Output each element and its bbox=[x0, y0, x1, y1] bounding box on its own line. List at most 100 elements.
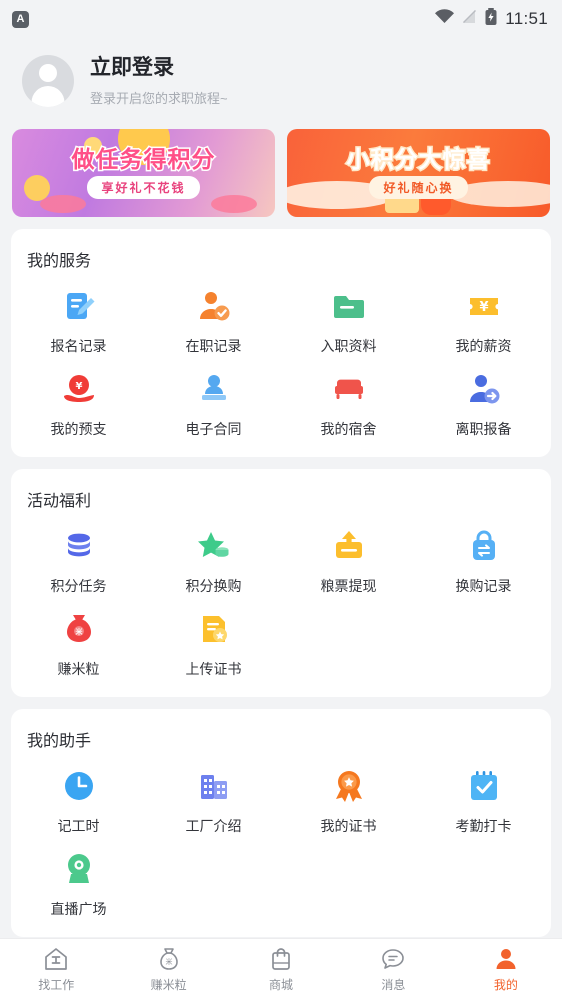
grid-item-label: 在职记录 bbox=[185, 338, 242, 355]
grid-item-label: 积分换购 bbox=[185, 578, 242, 595]
section-my-assistant: 我的助手 记工时 工厂介绍 我的证书 考勤打卡 直播广场 bbox=[11, 709, 551, 938]
grid-item-label: 考勤打卡 bbox=[455, 818, 512, 835]
bottom-navigation: 找工作 米 赚米粒 商城 消息 我的 bbox=[0, 938, 562, 1000]
battery-charging-icon bbox=[485, 8, 497, 30]
grid-item-ji-gongshi[interactable]: 记工时 bbox=[11, 757, 146, 840]
grid-item-gongchang-jieshao[interactable]: 工厂介绍 bbox=[146, 757, 281, 840]
status-bar: A 11:51 bbox=[0, 0, 562, 38]
status-bar-left: A bbox=[12, 10, 29, 28]
grid-item-jifen-renwu[interactable]: 积分任务 bbox=[11, 517, 146, 600]
grid-item-label: 上传证书 bbox=[185, 661, 242, 678]
grid-item-wode-xinzi[interactable]: ¥ 我的薪资 bbox=[416, 277, 551, 360]
hand-coin-icon: ¥ bbox=[62, 372, 96, 406]
money-bag-icon: 米 bbox=[159, 948, 178, 970]
grid-item-label: 换购记录 bbox=[455, 578, 512, 595]
grid-item-label: 电子合同 bbox=[185, 421, 242, 438]
banner-points-surprise[interactable]: 小积分大惊喜 好礼随心换 bbox=[287, 129, 550, 218]
tab-messages[interactable]: 消息 bbox=[337, 946, 449, 993]
bed-icon bbox=[332, 372, 366, 406]
tab-find-job[interactable]: 找工作 bbox=[0, 946, 112, 993]
tab-mall[interactable]: 商城 bbox=[225, 946, 337, 993]
tab-label: 赚米粒 bbox=[150, 978, 187, 992]
grid-item-lizhi-baobei[interactable]: 离职报备 bbox=[416, 360, 551, 443]
clock-icon bbox=[62, 769, 96, 803]
camera-icon bbox=[62, 852, 96, 886]
grid-item-zhibo-guangchang[interactable]: 直播广场 bbox=[11, 840, 146, 923]
salary-ticket-icon: ¥ bbox=[467, 289, 501, 323]
page-title: 立即登录 bbox=[90, 56, 174, 79]
grid-item-label: 直播广场 bbox=[50, 901, 107, 918]
tab-label: 找工作 bbox=[38, 978, 75, 992]
grid-item-zhuan-mili[interactable]: 米 赚米粒 bbox=[11, 600, 146, 683]
grid-item-wode-yuzhi[interactable]: ¥ 我的预支 bbox=[11, 360, 146, 443]
grid-item-label: 我的证书 bbox=[320, 818, 377, 835]
status-bar-clock: 11:51 bbox=[505, 9, 548, 28]
grid-item-label: 粮票提现 bbox=[320, 578, 377, 595]
signal-off-icon bbox=[462, 9, 477, 29]
grid-item-label: 积分任务 bbox=[50, 578, 107, 595]
banner-title: 做任务得积分 bbox=[70, 145, 216, 172]
section-title: 我的助手 bbox=[27, 733, 92, 751]
svg-text:米: 米 bbox=[74, 627, 83, 636]
grid-item-shangchuan-zhengshu[interactable]: 上传证书 bbox=[146, 600, 281, 683]
building-icon bbox=[197, 769, 231, 803]
grid-item-dianzi-hetong[interactable]: 电子合同 bbox=[146, 360, 281, 443]
shop-bag-icon bbox=[272, 948, 290, 970]
grid-item-label: 工厂介绍 bbox=[185, 818, 242, 835]
status-bar-right: 11:51 bbox=[435, 8, 548, 30]
grid-item-liangpiao-tixian[interactable]: 粮票提现 bbox=[281, 517, 416, 600]
certificate-upload-icon bbox=[197, 612, 231, 646]
message-icon bbox=[382, 949, 405, 969]
grid-item-wode-sushe[interactable]: 我的宿舍 bbox=[281, 360, 416, 443]
banner-points-task[interactable]: 做任务得积分 享好礼不花钱 bbox=[12, 129, 275, 218]
grid-item-wode-zhengshu[interactable]: 我的证书 bbox=[281, 757, 416, 840]
document-pen-icon bbox=[62, 289, 96, 323]
section-my-services: 我的服务 报名记录 在职记录 入职资料 ¥ 我的薪资 ¥ 我的预支 电子合同 我… bbox=[11, 229, 551, 458]
grid-item-huangou-jilu[interactable]: 换购记录 bbox=[416, 517, 551, 600]
benefits-grid: 积分任务 积分换购 粮票提现 换购记录 米 赚米粒 上传证书 bbox=[11, 517, 551, 683]
promo-banners: 做任务得积分 享好礼不花钱 小积分大惊喜 好礼随心换 bbox=[0, 129, 562, 218]
banner-petal-decor bbox=[40, 195, 86, 214]
medal-icon bbox=[332, 769, 366, 803]
grid-item-label: 我的薪资 bbox=[455, 338, 512, 355]
person-exit-icon bbox=[467, 372, 501, 406]
grid-item-kaoqin-daka[interactable]: 考勤打卡 bbox=[416, 757, 551, 840]
banner-title: 小积分大惊喜 bbox=[345, 145, 491, 172]
service-grid: 报名记录 在职记录 入职资料 ¥ 我的薪资 ¥ 我的预支 电子合同 我的宿舍 离… bbox=[11, 277, 551, 443]
svg-text:米: 米 bbox=[165, 957, 172, 966]
svg-text:¥: ¥ bbox=[75, 381, 82, 392]
grid-item-ruzhi-ziliao[interactable]: 入职资料 bbox=[281, 277, 416, 360]
assistant-grid: 记工时 工厂介绍 我的证书 考勤打卡 直播广场 bbox=[11, 757, 551, 923]
grid-item-jifen-huangou[interactable]: 积分换购 bbox=[146, 517, 281, 600]
grid-item-label: 赚米粒 bbox=[57, 661, 100, 678]
home-job-icon bbox=[45, 948, 68, 970]
section-title: 我的服务 bbox=[27, 253, 92, 271]
banner-petal-decor bbox=[211, 195, 257, 214]
stamp-icon bbox=[197, 372, 231, 406]
grid-item-label: 入职资料 bbox=[320, 338, 377, 355]
tab-label: 消息 bbox=[381, 978, 406, 992]
tab-label: 商城 bbox=[269, 978, 294, 992]
login-header[interactable]: 立即登录 登录开启您的求职旅程~ bbox=[0, 38, 562, 129]
tab-mine[interactable]: 我的 bbox=[450, 946, 562, 993]
grid-item-baoming-jilu[interactable]: 报名记录 bbox=[11, 277, 146, 360]
wifi-icon bbox=[435, 9, 455, 29]
avatar bbox=[22, 54, 74, 107]
banner-subtitle: 享好礼不花钱 bbox=[87, 175, 200, 199]
banner-subtitle: 好礼随心换 bbox=[369, 175, 468, 199]
section-title: 活动福利 bbox=[27, 493, 92, 511]
money-bag-icon: 米 bbox=[62, 612, 96, 646]
grid-item-label: 记工时 bbox=[57, 818, 100, 835]
scroll-area[interactable]: 立即登录 登录开启您的求职旅程~ 做任务得积分 享好礼不花钱 小积分大惊喜 好礼… bbox=[0, 38, 562, 976]
grid-item-label: 报名记录 bbox=[50, 338, 107, 355]
withdraw-card-icon bbox=[332, 529, 366, 563]
tab-label: 我的 bbox=[493, 978, 518, 992]
calendar-check-icon bbox=[467, 769, 501, 803]
exchange-bag-icon bbox=[467, 529, 501, 563]
grid-item-zaizhi-jilu[interactable]: 在职记录 bbox=[146, 277, 281, 360]
user-icon bbox=[496, 949, 516, 969]
coin-stack-icon bbox=[62, 529, 96, 563]
tab-earn-mili[interactable]: 米 赚米粒 bbox=[112, 946, 224, 993]
grid-item-label: 离职报备 bbox=[455, 421, 512, 438]
person-check-icon bbox=[197, 289, 231, 323]
